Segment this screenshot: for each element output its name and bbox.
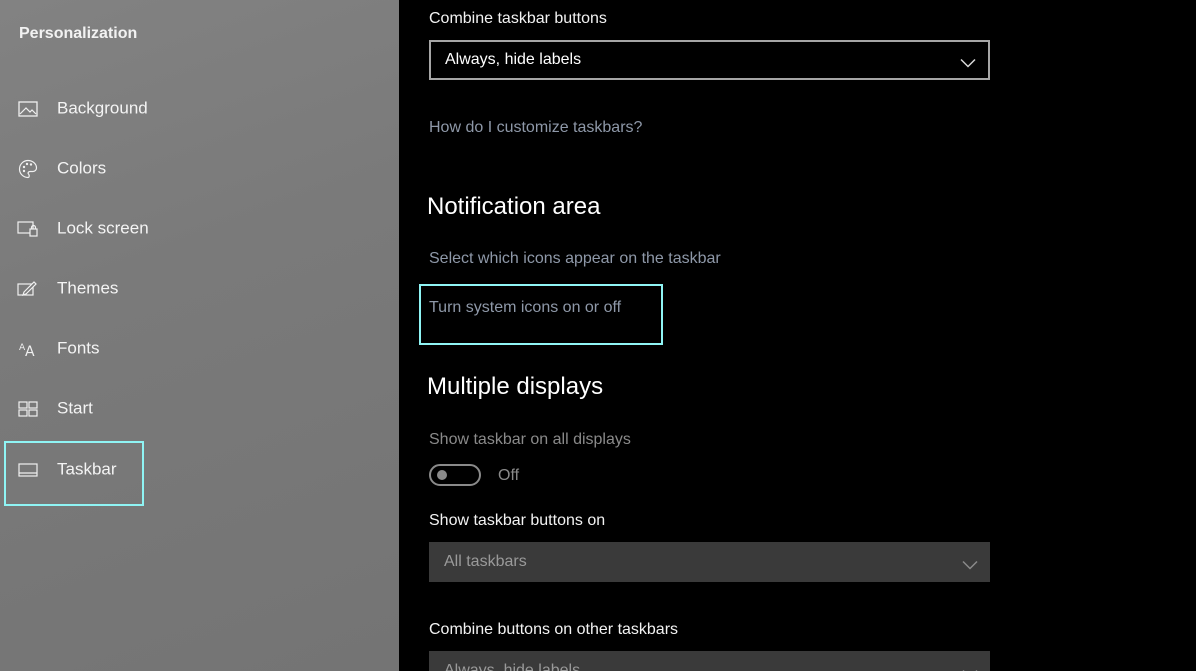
sidebar-item-colors[interactable]: Colors	[0, 141, 399, 197]
combine-taskbar-buttons-label: Combine taskbar buttons	[429, 10, 607, 27]
sidebar-item-fonts[interactable]: AA Fonts	[0, 321, 399, 377]
combine-buttons-other-taskbars-label: Combine buttons on other taskbars	[429, 621, 679, 638]
palette-icon	[17, 158, 39, 180]
image-icon	[17, 98, 39, 120]
show-taskbar-all-displays-toggle[interactable]	[429, 464, 481, 486]
sidebar-item-label: Start	[57, 398, 93, 418]
multiple-displays-heading: Multiple displays	[427, 373, 604, 400]
combine-taskbar-buttons-dropdown[interactable]: Always, hide labels	[429, 40, 990, 80]
chevron-down-icon	[962, 666, 978, 671]
sidebar-item-start[interactable]: Start	[0, 381, 399, 437]
notification-area-heading: Notification area	[427, 193, 601, 220]
customize-taskbars-link[interactable]: How do I customize taskbars?	[429, 119, 642, 137]
show-taskbar-buttons-on-dropdown[interactable]: All taskbars	[429, 542, 990, 582]
sidebar-item-background[interactable]: Background	[0, 81, 399, 137]
show-taskbar-buttons-on-label: Show taskbar buttons on	[429, 512, 606, 529]
main-content: Combine taskbar buttons Always, hide lab…	[399, 0, 1196, 671]
sidebar-item-taskbar[interactable]: Taskbar	[0, 442, 399, 498]
chevron-down-icon	[962, 557, 978, 570]
svg-text:A: A	[25, 344, 35, 358]
sidebar-item-label: Colors	[57, 158, 107, 178]
start-icon	[17, 398, 39, 420]
sidebar-item-themes[interactable]: Themes	[0, 261, 399, 317]
dropdown-value: Always, hide labels	[444, 662, 581, 671]
toggle-knob	[437, 470, 447, 480]
combine-buttons-other-taskbars-dropdown[interactable]: Always, hide labels	[429, 651, 990, 671]
dropdown-value: Always, hide labels	[445, 51, 582, 68]
lock-screen-icon	[17, 218, 39, 240]
settings-window: Personalization Background Colors Lock s…	[0, 0, 1196, 671]
show-taskbar-all-displays-label: Show taskbar on all displays	[429, 431, 631, 448]
sidebar-item-label: Taskbar	[57, 459, 117, 479]
chevron-down-icon	[960, 55, 976, 68]
sidebar-item-label: Lock screen	[57, 218, 149, 238]
select-icons-link[interactable]: Select which icons appear on the taskbar	[429, 250, 721, 268]
system-icons-link[interactable]: Turn system icons on or off	[429, 299, 621, 317]
sidebar: Personalization Background Colors Lock s…	[0, 0, 399, 671]
sidebar-item-label: Fonts	[57, 338, 100, 358]
sidebar-item-label: Themes	[57, 278, 119, 298]
sidebar-item-lock-screen[interactable]: Lock screen	[0, 201, 399, 257]
sidebar-title: Personalization	[19, 25, 138, 42]
sidebar-item-label: Background	[57, 98, 148, 118]
toggle-state-label: Off	[498, 467, 520, 484]
taskbar-icon	[17, 459, 39, 481]
dropdown-value: All taskbars	[444, 553, 527, 570]
fonts-icon: AA	[17, 338, 39, 360]
themes-icon	[17, 278, 39, 300]
